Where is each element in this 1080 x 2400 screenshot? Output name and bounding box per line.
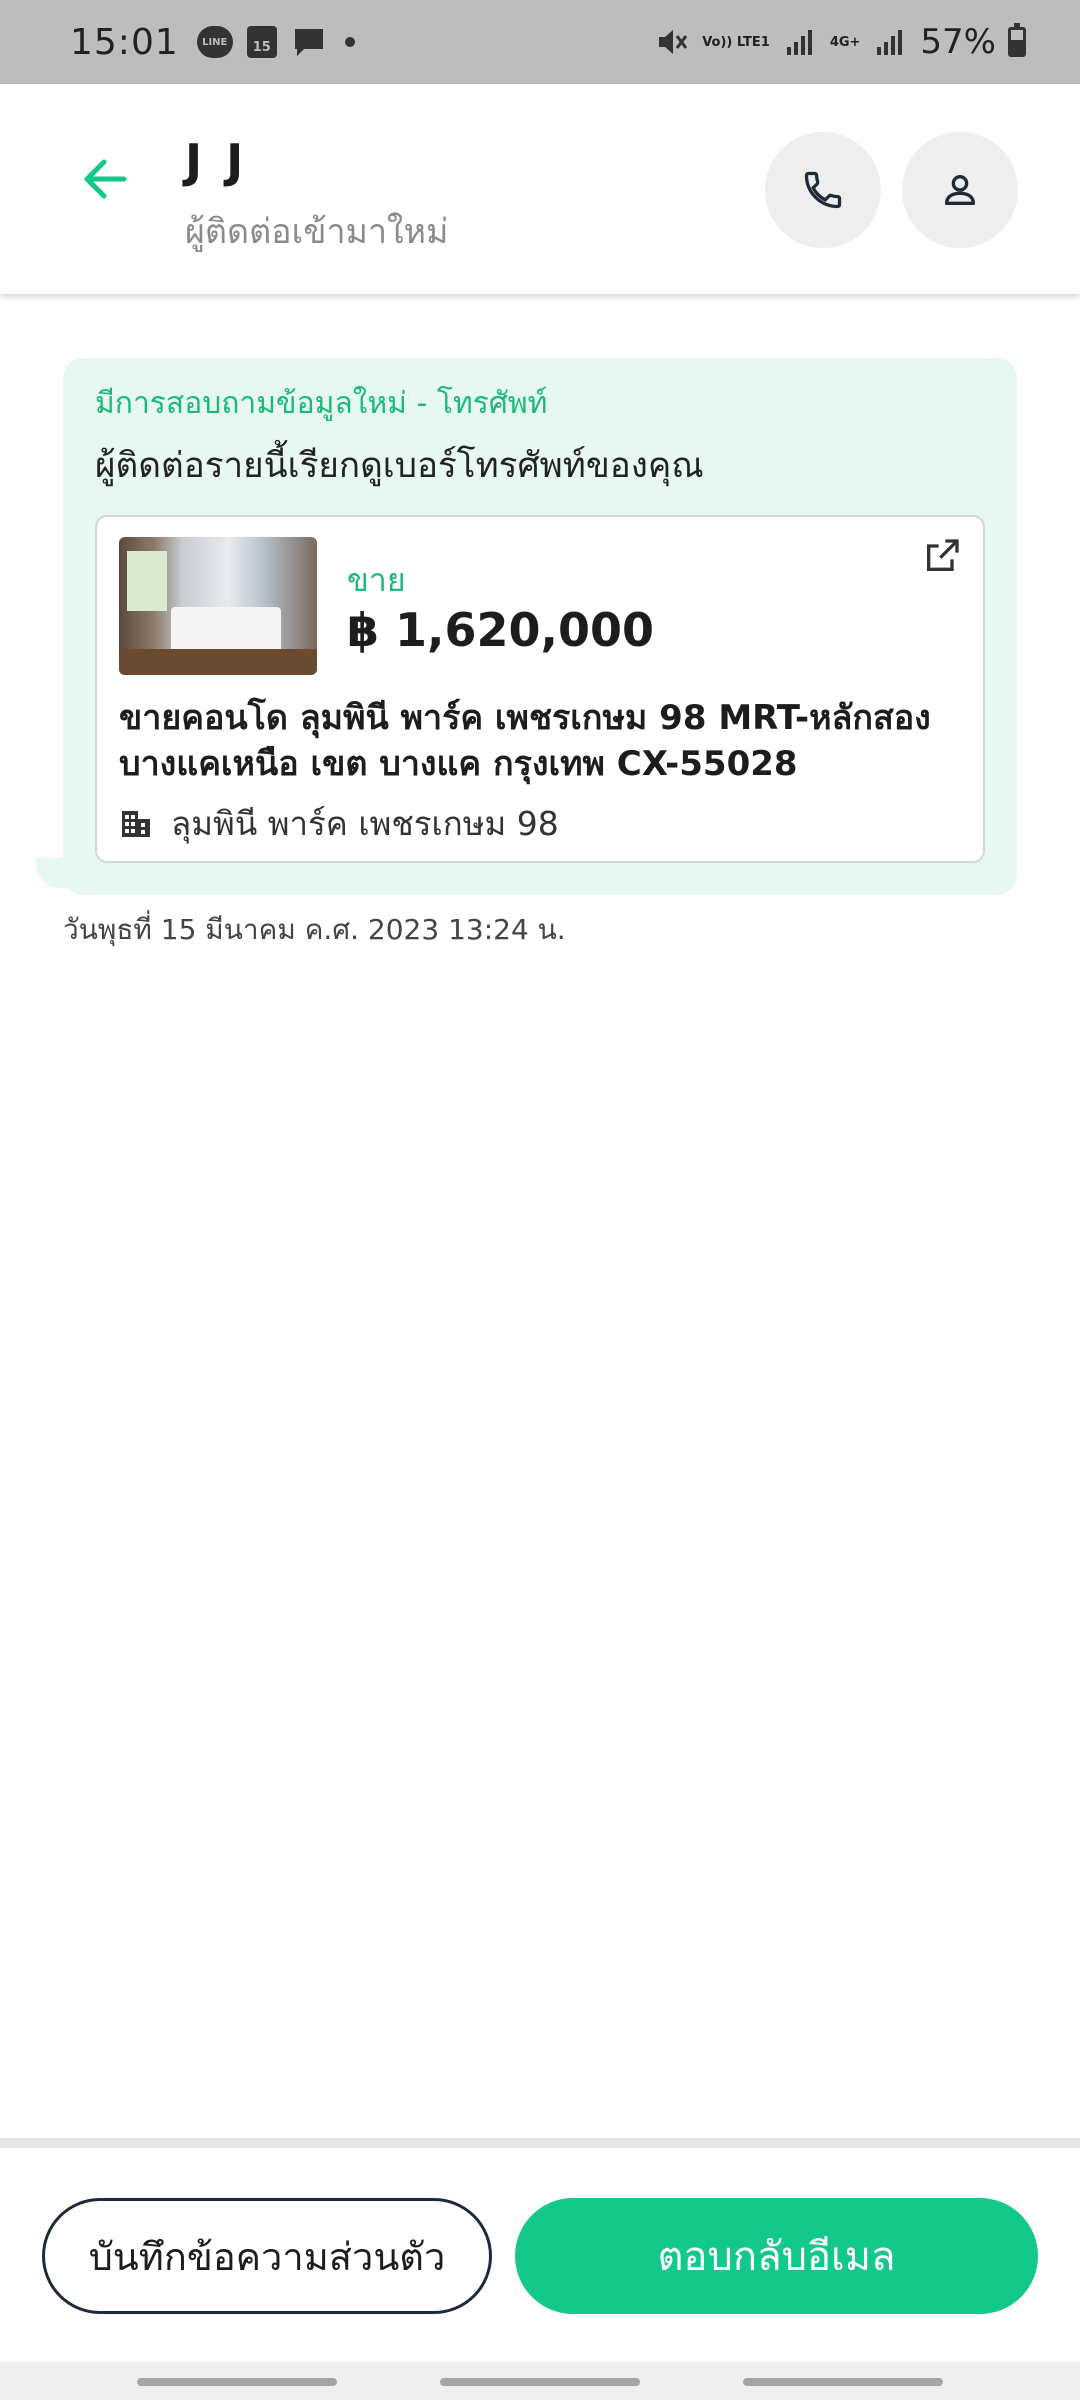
person-icon bbox=[945, 175, 975, 205]
system-nav-bar bbox=[0, 2362, 1080, 2400]
phone-icon bbox=[804, 171, 842, 209]
mute-icon bbox=[654, 26, 690, 58]
line-app-icon: LINE bbox=[196, 26, 233, 58]
contact-profile-button[interactable] bbox=[902, 132, 1018, 248]
signal-1-icon bbox=[782, 26, 818, 58]
listing-card[interactable]: ขาย ฿ 1,620,000 ขายคอนโด ลุมพินี พาร์ค เ… bbox=[95, 515, 985, 863]
more-notifications-dot-icon bbox=[344, 37, 355, 47]
app-header: J J ผู้ติดต่อเข้ามาใหม่ bbox=[0, 84, 1080, 294]
contact-name: J J bbox=[185, 134, 248, 188]
back-button[interactable] bbox=[70, 144, 140, 214]
lte-indicator: Vo)) LTE1 bbox=[702, 34, 770, 50]
building-icon bbox=[119, 807, 153, 841]
inquiry-message-bubble: มีการสอบถามข้อมูลใหม่ - โทรศัพท์ ผู้ติดต… bbox=[63, 358, 1017, 895]
battery-percent: 57% bbox=[920, 22, 996, 62]
inquiry-text: ผู้ติดต่อรายนี้เรียกดูเบอร์โทรศัพท์ของคุ… bbox=[95, 446, 704, 486]
status-bar: 15:01 LINE 15 Vo)) LTE1 4G+ 57% bbox=[0, 0, 1080, 84]
nav-recents-handle[interactable] bbox=[137, 2378, 337, 2386]
bottom-divider bbox=[0, 2138, 1080, 2148]
listing-price: ฿ 1,620,000 bbox=[347, 603, 655, 657]
external-link-icon[interactable] bbox=[919, 533, 965, 579]
private-note-button[interactable]: บันทึกข้อความส่วนตัว bbox=[42, 2198, 492, 2314]
listing-photo bbox=[119, 537, 317, 675]
battery-icon bbox=[1008, 23, 1026, 57]
calendar-icon: 15 bbox=[246, 26, 277, 58]
listing-title: ขายคอนโด ลุมพินี พาร์ค เพชรเกษม 98 MRT-ห… bbox=[119, 698, 931, 784]
call-button[interactable] bbox=[765, 132, 881, 248]
screen: 15:01 LINE 15 Vo)) LTE1 4G+ 57% J J ผู้ต… bbox=[0, 0, 1080, 2400]
signal-2-icon bbox=[872, 26, 908, 58]
status-right: Vo)) LTE1 4G+ 57% bbox=[654, 22, 1026, 62]
nav-home-handle[interactable] bbox=[440, 2378, 640, 2386]
message-icon bbox=[291, 26, 327, 58]
4g-indicator: 4G+ bbox=[829, 34, 861, 50]
contact-status: ผู้ติดต่อเข้ามาใหม่ bbox=[185, 212, 449, 252]
message-timestamp: วันพุธที่ 15 มีนาคม ค.ศ. 2023 13:24 น. bbox=[63, 913, 566, 946]
nav-back-handle[interactable] bbox=[743, 2378, 943, 2386]
project-name: ลุมพินี พาร์ค เพชรเกษม 98 bbox=[171, 804, 559, 843]
project-row: ลุมพินี พาร์ค เพชรเกษม 98 bbox=[119, 797, 559, 850]
reply-email-button[interactable]: ตอบกลับอีเมล bbox=[515, 2198, 1038, 2314]
status-time: 15:01 bbox=[70, 21, 179, 63]
listing-type: ขาย bbox=[347, 561, 406, 599]
notification-icons: LINE 15 bbox=[196, 26, 355, 58]
inquiry-heading: มีการสอบถามข้อมูลใหม่ - โทรศัพท์ bbox=[95, 386, 548, 421]
arrow-left-icon bbox=[84, 159, 127, 199]
